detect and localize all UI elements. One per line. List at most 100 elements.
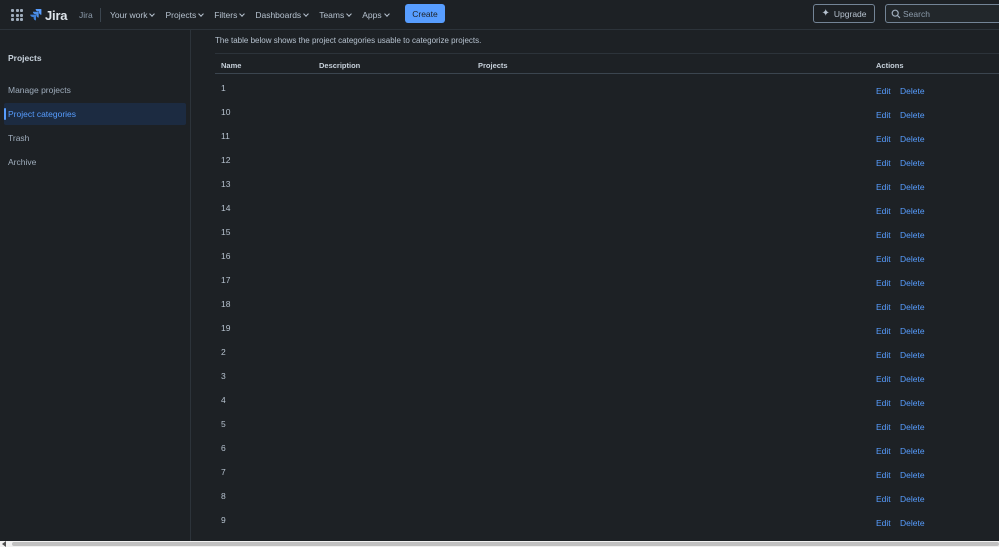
delete-link[interactable]: Delete [900, 494, 925, 504]
category-name: 17 [221, 275, 231, 285]
column-header-description: Description [319, 61, 361, 70]
nav-projects[interactable]: Projects [165, 9, 205, 21]
nav-filters[interactable]: Filters [214, 9, 246, 21]
table-row: 3 Edit Delete [215, 368, 999, 392]
edit-link[interactable]: Edit [876, 110, 891, 120]
nav-label: Teams [319, 10, 345, 20]
search-field[interactable] [885, 4, 999, 23]
edit-link[interactable]: Edit [876, 254, 891, 264]
column-header-projects: Projects [478, 61, 508, 70]
sidebar-item-archive[interactable]: Archive [4, 151, 186, 173]
edit-link[interactable]: Edit [876, 422, 891, 432]
chevron-down-icon [198, 11, 205, 17]
category-name: 16 [221, 251, 231, 261]
delete-link[interactable]: Delete [900, 230, 925, 240]
category-name: 19 [221, 323, 231, 333]
search-input[interactable] [903, 5, 998, 22]
table-row: 19 Edit Delete [215, 320, 999, 344]
category-name: 7 [221, 467, 226, 477]
main-content: The table below shows the project catego… [191, 30, 999, 547]
upgrade-button[interactable]: ✦ Upgrade [813, 4, 875, 23]
edit-link[interactable]: Edit [876, 398, 891, 408]
nav-label: Apps [362, 10, 382, 20]
category-name: 1 [221, 83, 226, 93]
edit-link[interactable]: Edit [876, 278, 891, 288]
table-row: 15 Edit Delete [215, 224, 999, 248]
horizontal-scrollbar[interactable] [0, 541, 999, 547]
create-button[interactable]: Create [405, 4, 445, 23]
edit-link[interactable]: Edit [876, 470, 891, 480]
category-name: 2 [221, 347, 226, 357]
chevron-down-icon [239, 11, 246, 17]
edit-link[interactable]: Edit [876, 494, 891, 504]
site-name[interactable]: Jira [79, 10, 93, 20]
edit-link[interactable]: Edit [876, 446, 891, 456]
category-name: 12 [221, 155, 231, 165]
upgrade-label: Upgrade [833, 8, 867, 19]
sidebar-item-manage-projects[interactable]: Manage projects [4, 79, 186, 101]
sidebar-title: Projects [8, 53, 42, 63]
scrollbar-thumb[interactable] [12, 542, 999, 546]
nav-apps[interactable]: Apps [362, 9, 390, 21]
edit-link[interactable]: Edit [876, 158, 891, 168]
table-header: Name Description Projects Actions [215, 54, 999, 74]
category-name: 13 [221, 179, 231, 189]
category-name: 6 [221, 443, 226, 453]
nav-label: Projects [165, 10, 197, 20]
edit-link[interactable]: Edit [876, 86, 891, 96]
nav-label: Your work [110, 10, 148, 20]
delete-link[interactable]: Delete [900, 278, 925, 288]
delete-link[interactable]: Delete [900, 134, 925, 144]
table-row: 8 Edit Delete [215, 488, 999, 512]
edit-link[interactable]: Edit [876, 518, 891, 528]
edit-link[interactable]: Edit [876, 350, 891, 360]
delete-link[interactable]: Delete [900, 326, 925, 336]
category-name: 14 [221, 203, 231, 213]
nav-dashboards[interactable]: Dashboards [255, 9, 310, 21]
sidebar-item-trash[interactable]: Trash [4, 127, 186, 149]
logo-wordmark: Jira [45, 7, 68, 23]
edit-link[interactable]: Edit [876, 302, 891, 312]
column-header-name: Name [221, 61, 242, 70]
jira-logo[interactable]: Jira [30, 7, 68, 23]
delete-link[interactable]: Delete [900, 86, 925, 96]
table-row: 10 Edit Delete [215, 104, 999, 128]
table-row: 4 Edit Delete [215, 392, 999, 416]
delete-link[interactable]: Delete [900, 302, 925, 312]
delete-link[interactable]: Delete [900, 470, 925, 480]
delete-link[interactable]: Delete [900, 182, 925, 192]
delete-link[interactable]: Delete [900, 422, 925, 432]
sidebar-item-project-categories[interactable]: Project categories [4, 103, 186, 125]
delete-link[interactable]: Delete [900, 110, 925, 120]
delete-link[interactable]: Delete [900, 158, 925, 168]
scroll-left-arrow-icon[interactable] [2, 541, 6, 547]
table-row: 11 Edit Delete [215, 128, 999, 152]
category-name: 8 [221, 491, 226, 501]
top-navigation-bar: Jira Jira Your work Projects Filters Das… [0, 0, 999, 30]
delete-link[interactable]: Delete [900, 350, 925, 360]
delete-link[interactable]: Delete [900, 206, 925, 216]
nav-label: Dashboards [255, 10, 302, 20]
delete-link[interactable]: Delete [900, 398, 925, 408]
edit-link[interactable]: Edit [876, 230, 891, 240]
chevron-down-icon [149, 11, 156, 17]
edit-link[interactable]: Edit [876, 134, 891, 144]
edit-link[interactable]: Edit [876, 206, 891, 216]
edit-link[interactable]: Edit [876, 374, 891, 384]
edit-link[interactable]: Edit [876, 182, 891, 192]
search-icon [891, 9, 901, 19]
app-switcher-icon[interactable] [11, 9, 23, 21]
category-name: 9 [221, 515, 226, 525]
table-row: 12 Edit Delete [215, 152, 999, 176]
table-row: 16 Edit Delete [215, 248, 999, 272]
chevron-down-icon [303, 11, 310, 17]
nav-your-work[interactable]: Your work [110, 9, 156, 21]
edit-link[interactable]: Edit [876, 326, 891, 336]
delete-link[interactable]: Delete [900, 446, 925, 456]
table-row: 2 Edit Delete [215, 344, 999, 368]
table-row: 1 Edit Delete [215, 80, 999, 104]
delete-link[interactable]: Delete [900, 518, 925, 528]
delete-link[interactable]: Delete [900, 254, 925, 264]
nav-teams[interactable]: Teams [319, 9, 353, 21]
delete-link[interactable]: Delete [900, 374, 925, 384]
